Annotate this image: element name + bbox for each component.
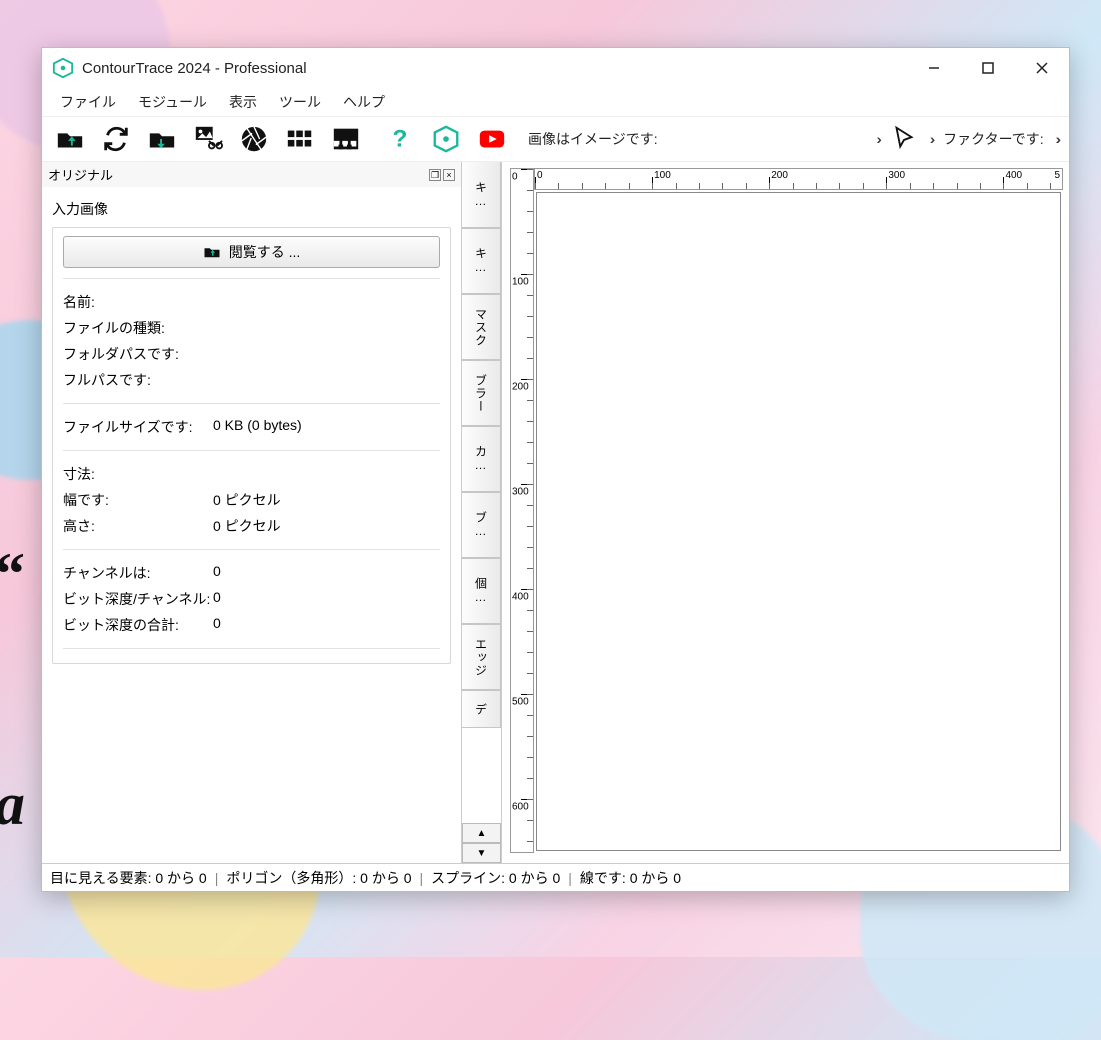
left-panel: オリジナル ❐ × 入力画像 閲覧する ... 名前: ファイルの種類: フォル… xyxy=(42,162,462,863)
overflow-chevron-3[interactable]: ›› xyxy=(1050,131,1063,147)
maximize-button[interactable] xyxy=(961,48,1015,88)
side-tab-7[interactable]: エッジ xyxy=(462,624,501,690)
aperture-icon[interactable] xyxy=(232,120,276,158)
refresh-icon[interactable] xyxy=(94,120,138,158)
side-tab-6[interactable]: 個 xyxy=(462,558,501,624)
panel-section-title: 入力画像 xyxy=(52,199,451,219)
filesize-label: ファイルサイズです: xyxy=(63,417,213,437)
height-label: 高さ: xyxy=(63,516,213,536)
panel-header: オリジナル ❐ × xyxy=(42,162,461,187)
panel-float-icon[interactable]: ❐ xyxy=(429,169,441,181)
fullpath-label: フルパスです: xyxy=(63,370,213,390)
menu-tool[interactable]: ツール xyxy=(269,89,331,115)
dims-label: 寸法: xyxy=(63,464,213,484)
menu-module[interactable]: モジュール xyxy=(128,89,217,115)
crop-image-icon[interactable] xyxy=(186,120,230,158)
panel-title: オリジナル xyxy=(48,165,113,184)
side-tab-4[interactable]: カ xyxy=(462,426,501,492)
bdpc-value: 0 xyxy=(213,589,440,609)
dims-value xyxy=(213,464,440,484)
channels-label: チャンネルは: xyxy=(63,563,213,583)
filetype-label: ファイルの種類: xyxy=(63,318,213,338)
side-tab-8[interactable]: デ xyxy=(462,690,501,728)
status-spline: スプライン: 0 から 0 xyxy=(431,868,560,888)
toolbar-image-label: 画像はイメージです: xyxy=(524,129,662,149)
minimize-button[interactable] xyxy=(907,48,961,88)
width-label: 幅です: xyxy=(63,490,213,510)
statusbar: 目に見える要素: 0 から 0| ポリゴン（多角形）: 0 から 0| スプライ… xyxy=(42,863,1069,891)
menu-help[interactable]: ヘルプ xyxy=(333,89,395,115)
browse-button-label: 閲覧する ... xyxy=(229,242,301,262)
home-hex-icon[interactable] xyxy=(424,120,468,158)
close-button[interactable] xyxy=(1015,48,1069,88)
grid-icon[interactable] xyxy=(278,120,322,158)
canvas-area: 0100200300400500600 01002003004005 xyxy=(502,162,1069,863)
side-tab-3[interactable]: ブラー xyxy=(462,360,501,426)
panel-close-icon[interactable]: × xyxy=(443,169,455,181)
side-tab-2[interactable]: マスク xyxy=(462,294,501,360)
status-line: 線です: 0 から 0 xyxy=(580,868,681,888)
menu-file[interactable]: ファイル xyxy=(50,89,126,115)
side-tab-1[interactable]: キ xyxy=(462,228,501,294)
toolbar-factor-label: ファクターです: xyxy=(939,129,1048,149)
filetype-value xyxy=(213,318,440,338)
app-window: ContourTrace 2024 - Professional ファイル モジ… xyxy=(41,47,1070,892)
bdtot-label: ビット深度の合計: xyxy=(63,615,213,635)
cursor-icon[interactable] xyxy=(886,120,922,158)
horizontal-ruler: 01002003004005 xyxy=(534,168,1063,190)
toolbar: ? 画像はイメージです: ›› ›› ファクターです: ›› xyxy=(42,116,1069,162)
side-tab-5[interactable]: ブ xyxy=(462,492,501,558)
tab-scroll-up[interactable]: ▲ xyxy=(462,823,501,843)
tab-scroll-down[interactable]: ▼ xyxy=(462,843,501,863)
image-info-group: 閲覧する ... 名前: ファイルの種類: フォルダパスです: フルパスです: … xyxy=(52,227,451,664)
browse-button[interactable]: 閲覧する ... xyxy=(63,236,440,268)
menu-view[interactable]: 表示 xyxy=(219,89,267,115)
width-value: 0 ピクセル xyxy=(213,490,440,510)
bdpc-label: ビット深度/チャンネル: xyxy=(63,589,213,609)
help-icon[interactable]: ? xyxy=(378,120,422,158)
app-icon xyxy=(52,57,74,79)
side-tab-strip: キ キ マスク ブラー カ ブ 個 エッジ デ ▲ ▼ xyxy=(462,162,502,863)
height-value: 0 ピクセル xyxy=(213,516,440,536)
filesize-value: 0 KB (0 bytes) xyxy=(213,417,440,437)
name-label: 名前: xyxy=(63,292,213,312)
folder-label: フォルダパスです: xyxy=(63,344,213,364)
channels-value: 0 xyxy=(213,563,440,583)
status-visible: 目に見える要素: 0 から 0 xyxy=(50,868,207,888)
window-title: ContourTrace 2024 - Professional xyxy=(82,60,307,77)
side-tab-0[interactable]: キ xyxy=(462,162,501,228)
bdtot-value: 0 xyxy=(213,615,440,635)
open-folder-up-icon[interactable] xyxy=(48,120,92,158)
menubar: ファイル モジュール 表示 ツール ヘルプ xyxy=(42,88,1069,116)
titlebar: ContourTrace 2024 - Professional xyxy=(42,48,1069,88)
overflow-chevron-1[interactable]: ›› xyxy=(871,131,884,147)
fullpath-value xyxy=(213,370,440,390)
status-polygon: ポリゴン（多角形）: 0 から 0 xyxy=(226,868,411,888)
canvas[interactable] xyxy=(536,192,1061,851)
vertical-ruler: 0100200300400500600 xyxy=(510,168,534,853)
svg-text:?: ? xyxy=(393,126,408,153)
overflow-chevron-2[interactable]: ›› xyxy=(924,131,937,147)
youtube-icon[interactable] xyxy=(470,120,514,158)
folder-value xyxy=(213,344,440,364)
checker-icon[interactable] xyxy=(324,120,368,158)
name-value xyxy=(213,292,440,312)
open-folder-down-icon[interactable] xyxy=(140,120,184,158)
